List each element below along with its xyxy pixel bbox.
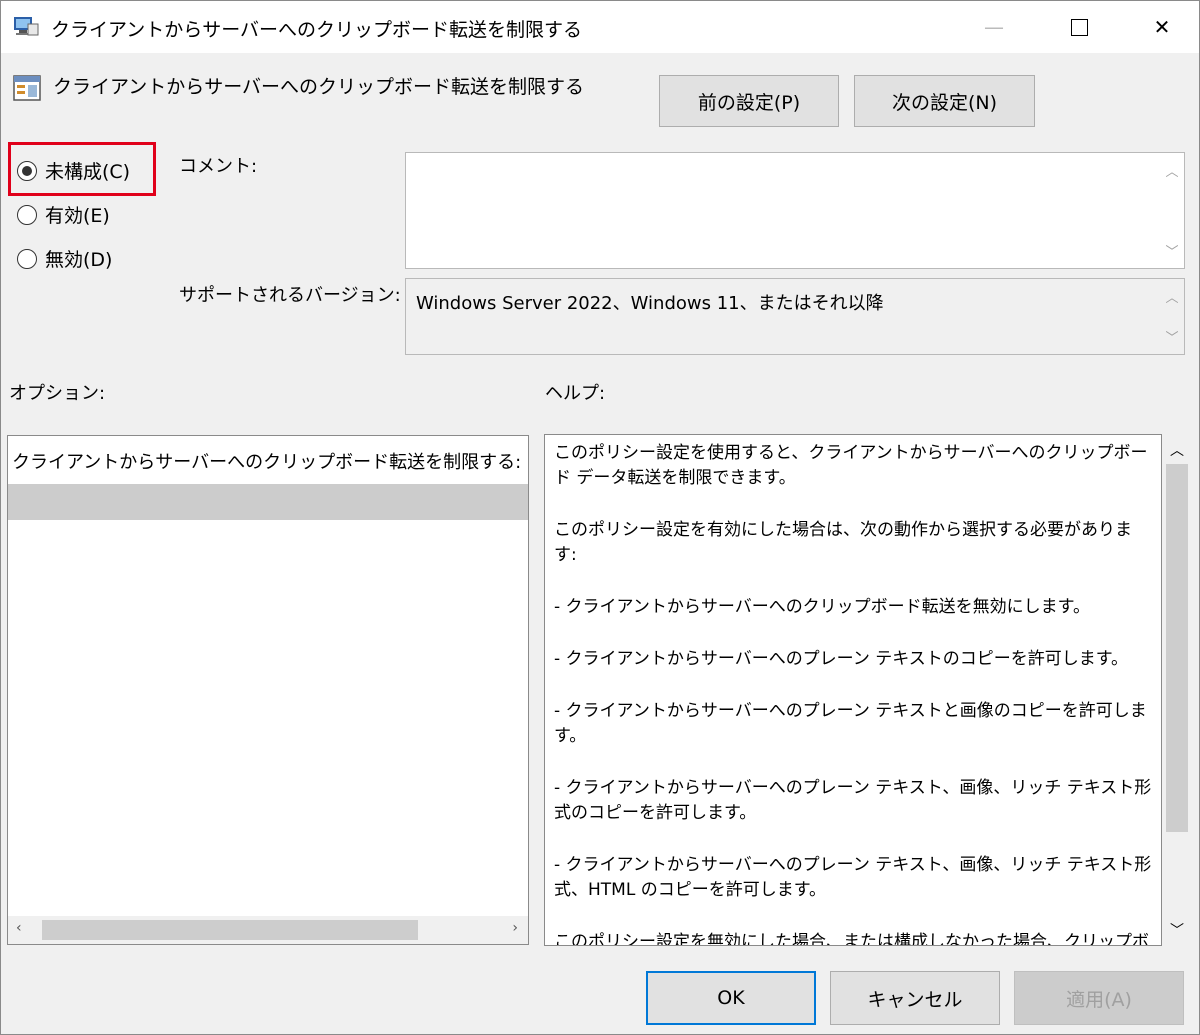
supported-label: サポートされるバージョン:: [179, 285, 401, 306]
scroll-down-icon[interactable]: ﹀: [1162, 920, 1192, 940]
options-title: クライアントからサーバーへのクリップボード転送を制限する:: [12, 452, 522, 473]
scrollbar-thumb[interactable]: [42, 920, 418, 940]
scroll-up-icon[interactable]: ︿: [1162, 440, 1192, 460]
close-button[interactable]: ✕: [1129, 1, 1195, 53]
radio-not-configured[interactable]: 未構成(C): [17, 157, 130, 184]
help-panel: このポリシー設定を使用すると、クライアントからサーバーへのクリップボード データ…: [544, 434, 1162, 946]
scroll-up-icon[interactable]: ︿: [1160, 161, 1184, 180]
supported-textarea: Windows Server 2022、Windows 11、またはそれ以降 ︿…: [405, 278, 1185, 355]
radio-disabled[interactable]: 無効(D): [17, 245, 112, 272]
options-label: オプション:: [9, 383, 106, 404]
ok-button[interactable]: OK: [646, 971, 816, 1025]
comment-scrollbar[interactable]: ︿ ﹀: [1160, 153, 1184, 268]
window-title: クライアントからサーバーへのクリップボード転送を制限する: [51, 19, 583, 41]
radio-indicator[interactable]: [17, 248, 37, 269]
supported-scrollbar[interactable]: ︿ ﹀: [1160, 279, 1184, 354]
help-text: このポリシー設定を使用すると、クライアントからサーバーへのクリップボード データ…: [554, 441, 1154, 946]
scrollbar-thumb[interactable]: [1166, 464, 1188, 832]
policy-setting-icon: [13, 75, 41, 101]
comment-textarea[interactable]: ︿ ﹀: [405, 152, 1185, 269]
supported-value: Windows Server 2022、Windows 11、またはそれ以降: [416, 293, 884, 314]
help-paragraph: - クライアントからサーバーへのクリップボード転送を無効にします。: [554, 597, 1090, 617]
radio-indicator[interactable]: [17, 204, 37, 225]
help-scrollbar[interactable]: ︿ ﹀: [1162, 434, 1192, 946]
policy-app-icon: [14, 17, 39, 36]
help-paragraph: - クライアントからサーバーへのプレーン テキストのコピーを許可します。: [554, 649, 1129, 669]
help-label: ヘルプ:: [545, 383, 606, 404]
options-dropdown[interactable]: [8, 484, 528, 520]
radio-label: 無効(D): [45, 249, 113, 271]
title-bar: クライアントからサーバーへのクリップボード転送を制限する — ✕: [1, 1, 1199, 53]
scroll-up-icon[interactable]: ︿: [1160, 287, 1184, 306]
help-paragraph: - クライアントからサーバーへのプレーン テキスト、画像、リッチ テキスト形式、…: [554, 855, 1152, 900]
help-paragraph: このポリシー設定を使用すると、クライアントからサーバーへのクリップボード データ…: [554, 443, 1148, 488]
scroll-left-icon[interactable]: ‹: [16, 920, 22, 936]
scroll-down-icon[interactable]: ﹀: [1160, 327, 1184, 346]
policy-dialog: クライアントからサーバーへのクリップボード転送を制限する — ✕ クライアントか…: [0, 0, 1200, 1035]
options-panel: クライアントからサーバーへのクリップボード転送を制限する: ‹ ›: [7, 435, 529, 945]
minimize-button[interactable]: —: [961, 1, 1027, 53]
radio-enabled[interactable]: 有効(E): [17, 201, 110, 228]
apply-button[interactable]: 適用(A): [1014, 971, 1184, 1025]
options-horizontal-scrollbar[interactable]: ‹ ›: [8, 916, 528, 944]
help-paragraph: このポリシー設定を無効にした場合、または構成しなかった場合、クリップボード リダ…: [554, 932, 1149, 946]
help-paragraph: - クライアントからサーバーへのプレーン テキスト、画像、リッチ テキスト形式の…: [554, 778, 1152, 823]
radio-indicator[interactable]: [17, 160, 37, 181]
help-paragraph: - クライアントからサーバーへのプレーン テキストと画像のコピーを許可します。: [554, 701, 1147, 746]
cancel-button[interactable]: キャンセル: [830, 971, 1000, 1025]
comment-label: コメント:: [179, 156, 258, 177]
scroll-right-icon[interactable]: ›: [512, 920, 518, 936]
policy-heading: クライアントからサーバーへのクリップボード転送を制限する: [53, 76, 585, 98]
maximize-button[interactable]: [1046, 1, 1112, 53]
radio-label: 未構成(C): [45, 161, 131, 183]
help-paragraph: このポリシー設定を有効にした場合は、次の動作から選択する必要があります:: [554, 520, 1132, 565]
next-setting-button[interactable]: 次の設定(N): [854, 75, 1035, 127]
maximize-icon: [1070, 18, 1088, 36]
scroll-down-icon[interactable]: ﹀: [1160, 241, 1184, 260]
previous-setting-button[interactable]: 前の設定(P): [659, 75, 839, 127]
radio-label: 有効(E): [45, 205, 110, 227]
